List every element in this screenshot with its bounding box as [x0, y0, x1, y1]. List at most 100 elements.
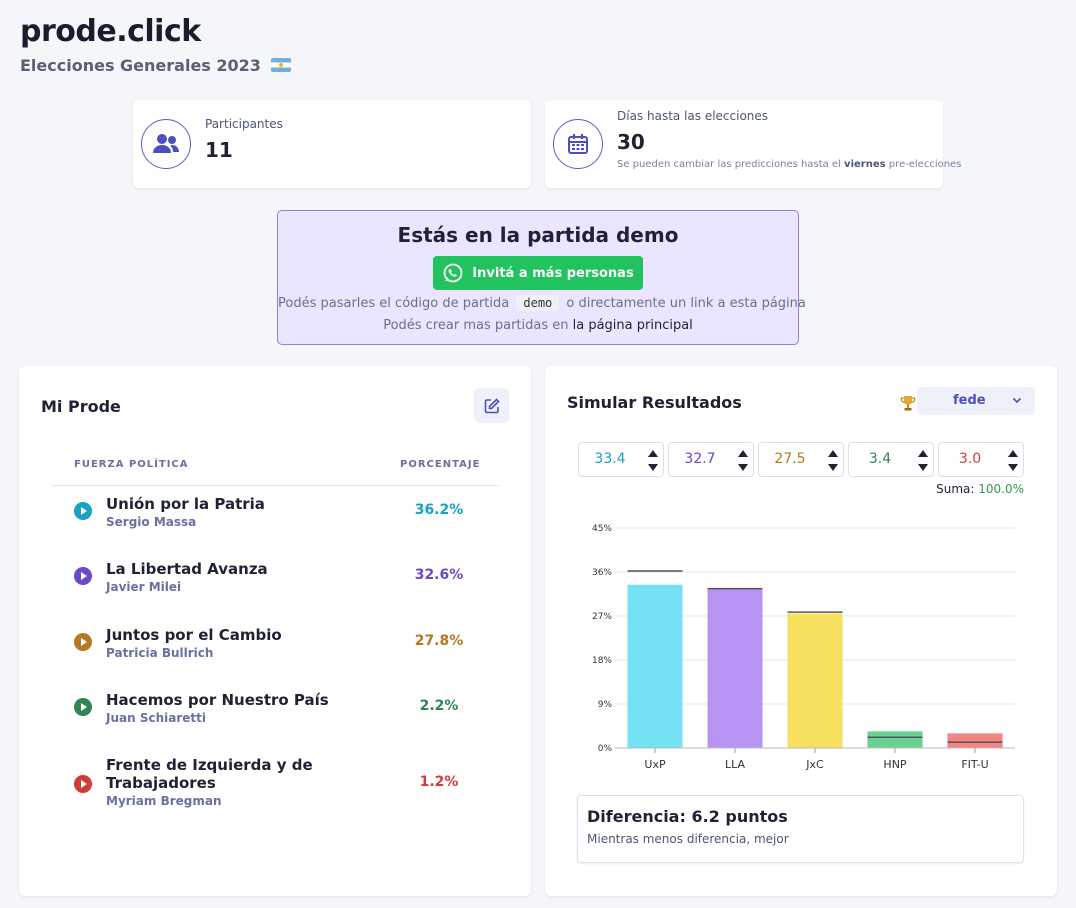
- percentage-input[interactable]: 3.4: [848, 442, 934, 477]
- main-page-link[interactable]: la página principal: [573, 318, 693, 333]
- y-tick-label: 18%: [592, 656, 612, 666]
- play-icon[interactable]: [74, 775, 92, 793]
- sum-label: Suma:: [936, 482, 975, 496]
- header-divider: [52, 485, 499, 486]
- argentina-flag-icon: [270, 58, 291, 72]
- chevron-down-icon: [1012, 397, 1022, 404]
- input-value[interactable]: 3.0: [939, 451, 1001, 467]
- decrement-arrow-icon[interactable]: [918, 464, 928, 471]
- whatsapp-icon: [443, 263, 463, 283]
- subtitle-text: Elecciones Generales 2023: [20, 56, 261, 75]
- candidate-name: Sergio Massa: [106, 515, 197, 529]
- increment-arrow-icon[interactable]: [738, 450, 748, 457]
- party-percentage: 36.2%: [414, 502, 464, 518]
- party-name: Juntos por el Cambio: [106, 626, 282, 644]
- difference-box: Diferencia: 6.2 puntos Mientras menos di…: [577, 795, 1024, 863]
- candidate-name: Myriam Bregman: [106, 794, 222, 808]
- demo-code-line: Podés pasarles el código de partida demo…: [278, 295, 806, 311]
- difference-title: Diferencia: 6.2 puntos: [587, 807, 788, 826]
- days-note-before: Se pueden cambiar las predicciones hasta…: [617, 159, 845, 170]
- play-icon[interactable]: [74, 633, 92, 651]
- demo-line2-before: Podés crear mas partidas en: [383, 318, 573, 333]
- x-tick-label: FIT-U: [961, 758, 988, 771]
- trophy-icon: [900, 396, 916, 411]
- input-value[interactable]: 3.4: [849, 451, 911, 467]
- input-value[interactable]: 32.7: [669, 451, 731, 467]
- x-tick-label: UxP: [644, 758, 666, 771]
- demo-banner: Estás en la partida demo Invitá a más pe…: [277, 210, 806, 345]
- y-tick-label: 0%: [598, 744, 613, 754]
- party-percentage: 2.2%: [419, 698, 459, 714]
- increment-arrow-icon[interactable]: [648, 450, 658, 457]
- sum-value: 100.0%: [978, 482, 1024, 496]
- edit-button[interactable]: [474, 388, 509, 423]
- x-tick-label: HNP: [883, 758, 907, 771]
- bar: [787, 613, 843, 748]
- col-party-header: FUERZA POLÍTICA: [74, 459, 189, 470]
- decrement-arrow-icon[interactable]: [1008, 464, 1018, 471]
- user-select-value: fede: [953, 393, 986, 408]
- percentage-input[interactable]: 3.0: [938, 442, 1024, 477]
- invite-label: Invitá a más personas: [472, 265, 634, 281]
- user-select[interactable]: fede: [917, 387, 1035, 415]
- participants-label: Participantes: [205, 117, 283, 131]
- site-subtitle: Elecciones Generales 2023: [20, 56, 291, 75]
- play-icon[interactable]: [74, 698, 92, 716]
- percentage-input[interactable]: 27.5: [758, 442, 844, 477]
- difference-subtitle: Mientras menos diferencia, mejor: [587, 832, 789, 846]
- game-code: demo: [516, 295, 560, 311]
- bar: [627, 584, 683, 748]
- party-name: La Libertad Avanza: [106, 560, 268, 578]
- bar: [867, 731, 923, 748]
- play-icon[interactable]: [74, 567, 92, 585]
- days-card: Días hasta las elecciones 30 Se pueden c…: [545, 100, 961, 188]
- site-title: prode.click: [20, 14, 201, 49]
- x-tick-label: LLA: [725, 758, 746, 771]
- decrement-arrow-icon[interactable]: [648, 464, 658, 471]
- days-value: 30: [617, 130, 645, 154]
- y-tick-label: 27%: [592, 612, 612, 622]
- input-value[interactable]: 33.4: [579, 451, 641, 467]
- party-percentage: 1.2%: [419, 774, 459, 790]
- simular-title: Simular Resultados: [567, 393, 742, 412]
- calendar-icon: [553, 119, 603, 169]
- candidate-name: Javier Milei: [106, 580, 182, 594]
- percentage-input[interactable]: 32.7: [668, 442, 754, 477]
- party-name: Unión por la Patria: [106, 495, 265, 513]
- party-percentage: 32.6%: [414, 567, 464, 583]
- simular-panel: Simular Resultados fede 33.4 32.7 27.5 3.4 3…: [545, 366, 1057, 896]
- mi-prode-title: Mi Prode: [41, 397, 121, 416]
- y-tick-label: 36%: [592, 568, 612, 578]
- days-note: Se pueden cambiar las predicciones hasta…: [617, 159, 961, 170]
- increment-arrow-icon[interactable]: [918, 450, 928, 457]
- candidate-name: Juan Schiaretti: [106, 711, 206, 725]
- percentage-input[interactable]: 33.4: [578, 442, 664, 477]
- party-name: Frente de Izquierda y de Trabajadores: [106, 756, 313, 792]
- demo-line1-after: o directamente un link a esta página: [566, 296, 806, 311]
- sum-display: Suma: 100.0%: [936, 482, 1024, 496]
- edit-icon: [484, 397, 500, 413]
- increment-arrow-icon[interactable]: [1008, 450, 1018, 457]
- input-value[interactable]: 27.5: [759, 451, 821, 467]
- y-tick-label: 45%: [592, 524, 612, 534]
- play-icon[interactable]: [74, 502, 92, 520]
- demo-create-line: Podés crear mas partidas en la página pr…: [278, 318, 798, 333]
- x-tick-label: JxC: [805, 758, 824, 771]
- bar: [707, 588, 763, 748]
- users-icon: [141, 119, 191, 169]
- bar: [947, 733, 1003, 748]
- participants-value: 11: [205, 138, 233, 162]
- days-note-bold: viernes: [844, 159, 886, 170]
- demo-line1-before: Podés pasarles el código de partida: [278, 296, 510, 311]
- decrement-arrow-icon[interactable]: [738, 464, 748, 471]
- participants-card: Participantes 11: [133, 100, 531, 188]
- party-name: Hacemos por Nuestro País: [106, 691, 329, 709]
- invite-button[interactable]: Invitá a más personas: [433, 256, 643, 290]
- party-percentage: 27.8%: [414, 633, 464, 649]
- days-note-after: pre-elecciones: [885, 159, 962, 170]
- days-label: Días hasta las elecciones: [617, 109, 769, 123]
- mi-prode-panel: Mi Prode FUERZA POLÍTICA PORCENTAJE Unió…: [19, 366, 531, 896]
- demo-title: Estás en la partida demo: [397, 223, 679, 247]
- decrement-arrow-icon[interactable]: [828, 464, 838, 471]
- increment-arrow-icon[interactable]: [828, 450, 838, 457]
